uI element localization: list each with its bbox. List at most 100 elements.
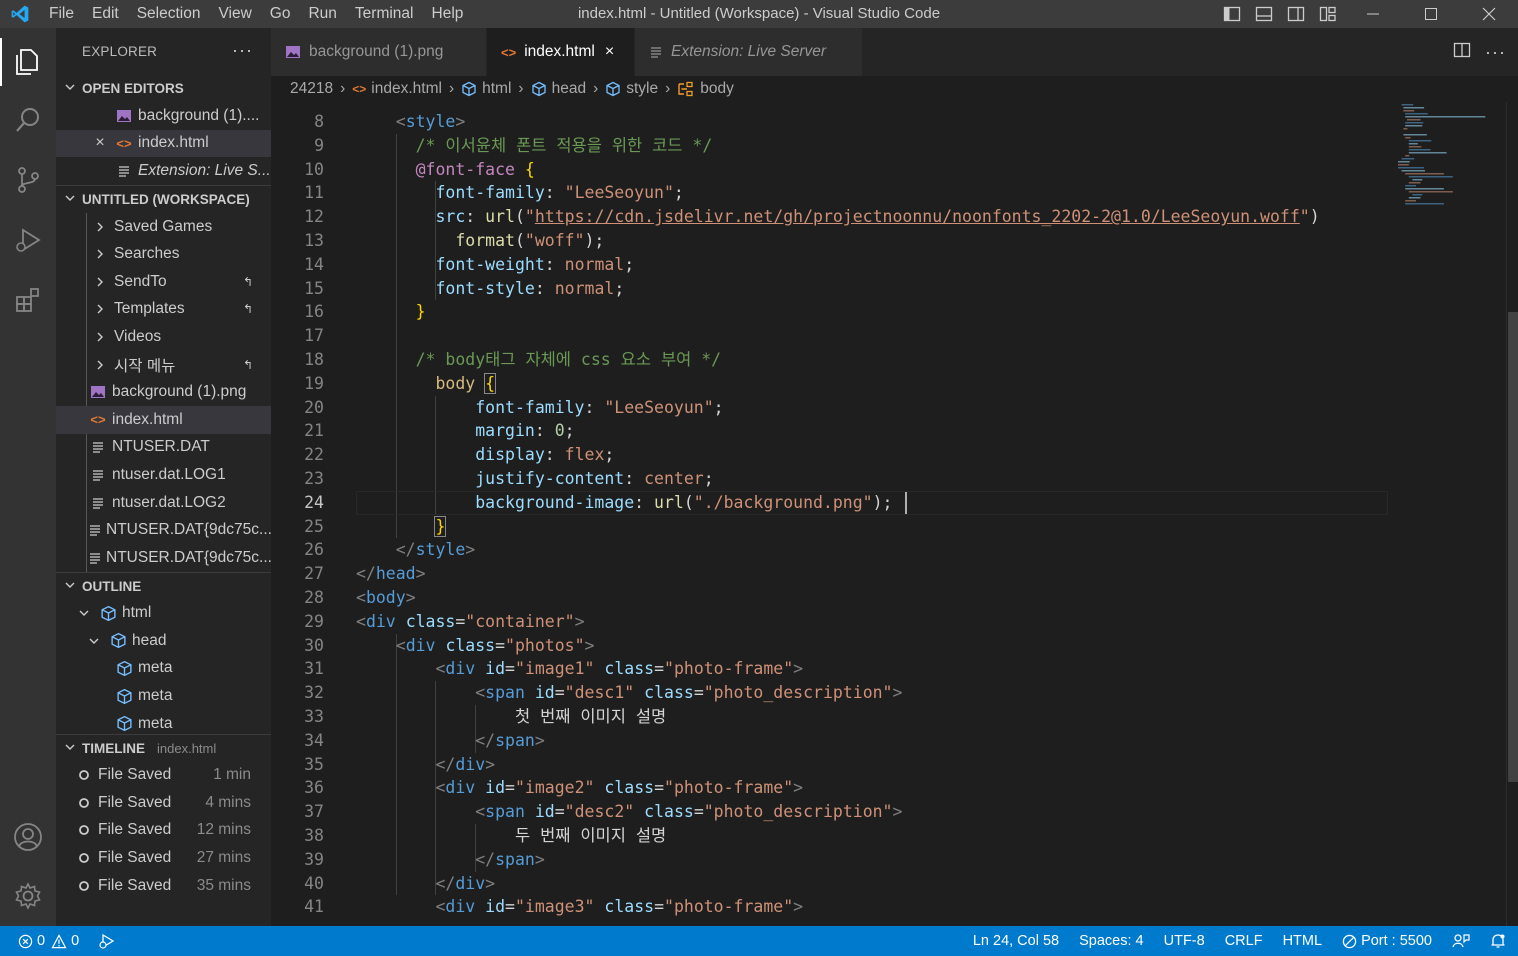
breadcrumb-item[interactable]: style › — [605, 80, 677, 98]
menu-selection[interactable]: Selection — [128, 0, 210, 28]
outline-item[interactable]: meta — [56, 655, 271, 683]
outline-item[interactable]: html — [56, 600, 271, 628]
image-file-icon — [285, 45, 301, 59]
file-item[interactable]: NTUSER.DAT — [56, 434, 271, 462]
timeline-item[interactable]: File Saved 1 min — [56, 762, 271, 790]
close-icon[interactable]: × — [90, 134, 110, 152]
open-editor-item[interactable]: × <> index.html — [56, 129, 271, 158]
close-tab-icon[interactable]: × — [605, 43, 614, 61]
minimap[interactable] — [1396, 102, 1506, 926]
minimap-line — [1398, 167, 1425, 169]
folder-item[interactable]: SendTo ↰ — [56, 268, 271, 296]
notifications-bell-icon[interactable] — [1480, 926, 1518, 956]
timeline-item[interactable]: File Saved 27 mins — [56, 844, 271, 872]
workspace-header[interactable]: UNTITLED (WORKSPACE) — [56, 184, 271, 213]
circle-icon — [74, 852, 94, 864]
line-ending[interactable]: CRLF — [1215, 926, 1273, 956]
outline-item[interactable]: meta — [56, 682, 271, 710]
status-right: Ln 24, Col 58 Spaces: 4 UTF-8 CRLF HTML … — [963, 926, 1518, 956]
outline-item-label: meta — [138, 714, 173, 732]
file-item[interactable]: <> index.html — [56, 405, 271, 434]
file-item[interactable]: ntuser.dat.LOG2 — [56, 489, 271, 517]
title-actions — [1216, 0, 1518, 28]
breadcrumb-label: html — [482, 80, 512, 97]
indentation[interactable]: Spaces: 4 — [1069, 926, 1154, 956]
folder-item[interactable]: Saved Games — [56, 213, 271, 241]
toggle-primary-sidebar-icon[interactable] — [1216, 0, 1248, 28]
breadcrumb-item[interactable]: <> index.html › — [352, 80, 461, 98]
line-content: <div class="photos"> — [395, 635, 595, 655]
minimap-line — [1405, 203, 1444, 205]
line-number: 31 — [304, 659, 324, 679]
outline-header[interactable]: OUTLINE — [56, 571, 271, 600]
line-content: </div> — [435, 754, 496, 774]
folder-item[interactable]: Searches — [56, 240, 271, 268]
breadcrumb-item[interactable]: 24218 › — [290, 80, 352, 98]
extensions-icon[interactable] — [0, 272, 56, 328]
live-server-port[interactable]: Port : 5500 — [1332, 926, 1442, 956]
customize-layout-icon[interactable] — [1312, 0, 1344, 28]
maximize-icon[interactable] — [1402, 0, 1460, 28]
breadcrumb-item[interactable]: body — [677, 80, 734, 98]
tab-extension-live-server[interactable]: Extension: Live Server — [635, 28, 863, 76]
timeline-item[interactable]: File Saved 35 mins — [56, 872, 271, 900]
minimize-icon[interactable] — [1344, 0, 1402, 28]
tab-index-html[interactable]: <> index.html × — [487, 28, 635, 76]
language-mode[interactable]: HTML — [1273, 926, 1332, 956]
split-editor-icon[interactable] — [1453, 41, 1471, 63]
open-editor-item[interactable]: background (1).... — [56, 102, 271, 130]
problems-indicator[interactable]: 0 0 — [0, 926, 89, 956]
scrollbar-thumb[interactable] — [1508, 312, 1518, 782]
menu-view[interactable]: View — [209, 0, 260, 28]
toggle-secondary-sidebar-icon[interactable] — [1280, 0, 1312, 28]
explorer-icon[interactable] — [0, 34, 56, 90]
tab-background-png[interactable]: background (1).png — [271, 28, 487, 76]
remote-debug-icon[interactable] — [89, 926, 127, 956]
file-item[interactable]: NTUSER.DAT{9dc75c... — [56, 516, 271, 544]
source-control-icon[interactable] — [0, 152, 56, 208]
outline-item[interactable]: head — [56, 627, 271, 655]
menu-edit[interactable]: Edit — [83, 0, 128, 28]
folder-item[interactable]: Videos — [56, 323, 271, 351]
timeline-item[interactable]: File Saved 12 mins — [56, 817, 271, 845]
code-editor[interactable]: 8 <style> 9 /* 이서윤체 폰트 적용을 위한 코드 */10 @fo… — [271, 102, 1396, 926]
timeline-item[interactable]: File Saved 4 mins — [56, 789, 271, 817]
file-item[interactable]: background (1).png — [56, 378, 271, 406]
toggle-panel-icon[interactable] — [1248, 0, 1280, 28]
line-content: </span> — [475, 849, 545, 869]
outline-item[interactable]: meta — [56, 710, 271, 734]
cursor-position[interactable]: Ln 24, Col 58 — [963, 926, 1069, 956]
file-item[interactable]: NTUSER.DAT{9dc75c... — [56, 544, 271, 572]
manage-gear-icon[interactable] — [0, 868, 56, 924]
menu-run[interactable]: Run — [299, 0, 345, 28]
folder-item[interactable]: Templates ↰ — [56, 296, 271, 324]
minimap-line — [1401, 170, 1425, 172]
more-actions-icon[interactable]: ··· — [1485, 42, 1506, 63]
menu-terminal[interactable]: Terminal — [346, 0, 423, 28]
feedback-icon[interactable] — [1442, 926, 1480, 956]
code-line: 14 font-weight: normal; — [271, 253, 1396, 277]
search-icon[interactable] — [0, 92, 56, 148]
open-editor-item[interactable]: Extension: Live S... — [56, 157, 271, 185]
timeline-header[interactable]: TIMELINE index.html — [56, 733, 271, 762]
breadcrumb-item[interactable]: html › — [461, 80, 530, 98]
open-editors-header[interactable]: OPEN EDITORS — [56, 74, 271, 102]
run-debug-icon[interactable] — [0, 212, 56, 268]
code-line: 35 </div> — [271, 753, 1396, 777]
breadcrumb-item[interactable]: head › — [531, 80, 606, 98]
encoding[interactable]: UTF-8 — [1154, 926, 1215, 956]
menu-go[interactable]: Go — [261, 0, 300, 28]
line-number: 10 — [304, 159, 324, 179]
menu-file[interactable]: File — [40, 0, 83, 28]
minimap-line — [1405, 116, 1486, 118]
line-content: /* body태그 자체에 css 요소 부여 */ — [415, 350, 722, 369]
explorer-more-icon[interactable]: ··· — [232, 40, 253, 61]
vscode-logo-icon[interactable] — [0, 0, 40, 28]
file-item[interactable]: ntuser.dat.LOG1 — [56, 461, 271, 489]
folder-item[interactable]: 시작 메뉴 ↰ — [56, 351, 271, 379]
accounts-icon[interactable] — [0, 809, 56, 865]
menu-help[interactable]: Help — [423, 0, 473, 28]
tab-label: background (1).png — [309, 43, 444, 60]
code-line: 18 /* body태그 자체에 css 요소 부여 */ — [271, 348, 1396, 372]
close-window-icon[interactable] — [1460, 0, 1518, 28]
